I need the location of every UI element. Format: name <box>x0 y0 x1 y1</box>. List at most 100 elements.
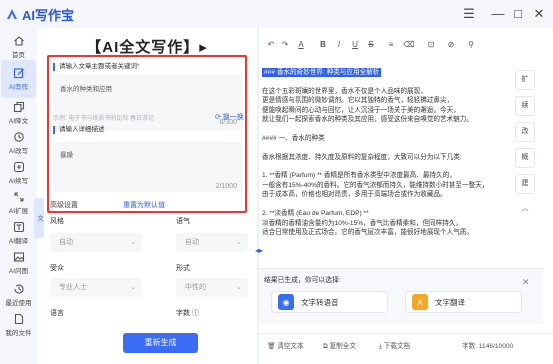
sidebar-item-label: AI写作 <box>8 84 29 91</box>
writing-settings-panel: 【AI全文写作】▸ 请输入文章主题或者关键词* 香水的种类和应用 8/300 示… <box>34 28 257 364</box>
link-icon[interactable]: ⊘ <box>445 40 457 49</box>
clear-text-label: 清空文本 <box>277 343 304 350</box>
topic-example: 示例: 电子书与纸质书的比较 春日游记 <box>53 116 155 122</box>
doc-line: 由于成本高，价格也相对昂贵，多用于高端场合或作为收藏品。 <box>262 191 447 199</box>
doc-line: 更是情感与氛围的微妙调剂。它以其独特的香气，轻轻拂过鼻尖， <box>262 97 454 105</box>
home-icon <box>13 35 25 47</box>
minimize-icon[interactable]: — <box>490 6 506 22</box>
suggest-title: 结果已生成，你可以选择: <box>264 277 341 284</box>
sidebar-item-label: AI问图 <box>8 268 29 275</box>
sidebar-item-label: 首页 <box>12 52 25 59</box>
result-suggestions: 结果已生成，你可以选择: ✕ ◉ 文字转语音 A 文字翻译 <box>259 268 543 324</box>
app-logo: AI写作宝 <box>6 5 74 24</box>
audience-select-value: 专业人士 <box>59 284 87 291</box>
style-select[interactable]: 自动 ⌄ <box>50 233 142 252</box>
swap-button[interactable]: ⟳ 换一换 <box>215 112 244 122</box>
close-icon[interactable]: ✕ <box>522 277 530 288</box>
doc-line: 一般含有15%-40%的香料。它的香气浓郁而持久，能维持数小时甚至一整天， <box>262 181 489 189</box>
download-button[interactable]: ⤓ 下载文档 <box>379 340 410 351</box>
continue-tool-button[interactable]: 续 <box>515 96 535 116</box>
desc-label: 请输入详细描述 <box>53 126 105 134</box>
sidebar-item-my-files[interactable]: 我的文件 <box>1 306 36 344</box>
format-select-value: 中性的 <box>185 284 206 291</box>
clear-format-icon[interactable]: ⌫ <box>403 40 415 49</box>
image-insert-icon[interactable]: ⊡ <box>425 40 437 49</box>
sidebar: 首页 AI写作 AI降文 AI改写 AI续写 AI扩展 AI翻译 AI问图 最近… <box>0 28 37 364</box>
redo-icon[interactable]: ↷ <box>279 40 291 49</box>
vertical-tab[interactable]: 文 <box>34 198 44 238</box>
doc-line <box>262 143 510 152</box>
format-select[interactable]: 中性的 ⌄ <box>176 278 248 297</box>
expand-tool-button[interactable]: 扩 <box>515 70 535 90</box>
panel-splitter-icon[interactable]: ◂▸ <box>255 246 263 255</box>
bold-icon[interactable]: B <box>317 40 329 49</box>
topic-label-text: 请输入文章主题或者关键词 <box>59 63 137 70</box>
more-tools-icon[interactable]: ⚲ <box>465 40 477 49</box>
word-count: 字数: 1146/10000 <box>462 343 514 350</box>
file-icon <box>13 313 25 325</box>
advanced-settings-toggle[interactable]: 高级设置 <box>50 200 78 210</box>
desc-input[interactable]: 暴躁 2/1000 <box>53 142 243 192</box>
audience-select[interactable]: 专业人士 ⌄ <box>50 278 142 297</box>
text-translate-button[interactable]: A 文字翻译 <box>405 291 522 313</box>
doc-line: 就让我们一起探索香水的种类及其应用，感受这份来自嗅觉的艺术魅力。 <box>262 116 473 124</box>
tone-label: 语气 <box>176 218 190 225</box>
translate-icon: A <box>412 294 428 310</box>
doc-line: 便能唤起瞬间的心动与回忆，让人沉浸于一场关于美的邂逅。今天， <box>262 106 460 114</box>
close-icon[interactable]: ✕ <box>531 6 547 22</box>
regenerate-button[interactable]: 重新生成 <box>123 333 198 353</box>
doc-line: 香水根据其浓度、持久度及原料的复杂程度，大致可以分为以下几类: <box>262 153 462 161</box>
document-content[interactable]: ### 香水的奇妙世界: 种类与应用全解析 在这个五彩斑斓的世界里，香水不仅是个… <box>262 68 510 295</box>
speech-icon: ◉ <box>278 294 294 310</box>
word-count-label: 字数 ⓘ <box>176 310 199 317</box>
trash-icon: 🗑 <box>267 343 276 350</box>
underline-icon[interactable]: U <box>349 40 361 49</box>
copy-icon <box>13 101 25 113</box>
rewrite-icon <box>13 131 25 143</box>
translate-icon <box>13 221 25 233</box>
text-to-speech-label: 文字转语音 <box>301 297 339 307</box>
list-icon[interactable]: ≡ <box>385 40 397 49</box>
tone-select[interactable]: 自动 ⌄ <box>176 233 248 252</box>
collapse-tools-button[interactable]: ︿ <box>515 200 535 220</box>
editor-toolbar: ↶ ↷ A B I U S ≡ ⌫ ⊡ ⊘ ⚲ <box>259 40 519 54</box>
reset-default-link[interactable]: 重置为默认值 <box>123 200 165 210</box>
text-translate-label: 文字翻译 <box>435 297 465 307</box>
image-icon <box>13 251 25 263</box>
copy-all-label: 复制全文 <box>329 343 356 350</box>
doc-line: 2. **淡香精 (Eau de Parfum, EDP) ** <box>262 210 369 218</box>
text-to-speech-button[interactable]: ◉ 文字转语音 <box>271 291 388 313</box>
history-icon <box>13 283 25 295</box>
doc-line: 适合日常使用及正式场合。它的香气层次丰富，能很好地展现个人气质。 <box>262 228 473 236</box>
doc-line <box>262 77 510 86</box>
desc-counter: 2/1000 <box>215 183 237 190</box>
expand-icon <box>13 191 25 203</box>
maximize-icon[interactable]: □ <box>510 6 526 22</box>
language-label: 语言 <box>50 310 64 317</box>
audience-label: 受众 <box>50 265 64 272</box>
summary-tool-button[interactable]: 概 <box>515 148 535 168</box>
chevron-down-icon: ⌄ <box>130 284 136 291</box>
undo-icon[interactable]: ↶ <box>265 40 277 49</box>
style-select-value: 自动 <box>59 239 73 246</box>
menu-icon[interactable]: ☰ <box>461 6 477 22</box>
doc-line: 1. **香精 (Parfum) ** 香精是所有香水类型中浓度最高、最持久的， <box>262 172 456 180</box>
doc-line: #### 一、香水的种类 <box>262 134 325 142</box>
rewrite-tool-button[interactable]: 改 <box>515 122 535 142</box>
chevron-down-icon: ⌄ <box>130 239 136 246</box>
desc-input-value: 暴躁 <box>60 152 73 159</box>
app-window: AI写作宝 ☰ — □ ✕ 首页 AI写作 AI降文 AI改写 AI续写 AI扩… <box>0 0 553 364</box>
doc-heading: ### 香水的奇妙世界: 种类与应用全解析 <box>262 68 382 78</box>
doc-line: 在这个五彩斑斓的世界里，香水不仅是个人品味的展现， <box>262 87 427 95</box>
sidebar-item-ai-writing[interactable]: AI写作 <box>1 60 36 98</box>
format-label: 形式 <box>176 265 190 272</box>
copy-all-button[interactable]: ⧉ 复制全文 <box>323 340 356 351</box>
font-color-icon[interactable]: A <box>295 40 307 49</box>
suggest-tool-button[interactable]: 建 <box>515 174 535 194</box>
bottom-bar: 🗑 清空文本 ⧉ 复制全文 ⤓ 下载文档 字数: 1146/10000 <box>259 333 553 353</box>
strikethrough-icon[interactable]: S <box>365 40 377 49</box>
download-label: 下载文档 <box>383 343 411 350</box>
clear-text-button[interactable]: 🗑 清空文本 <box>267 340 304 350</box>
chevron-down-icon: ⌄ <box>236 284 242 291</box>
italic-icon[interactable]: I <box>333 40 345 49</box>
